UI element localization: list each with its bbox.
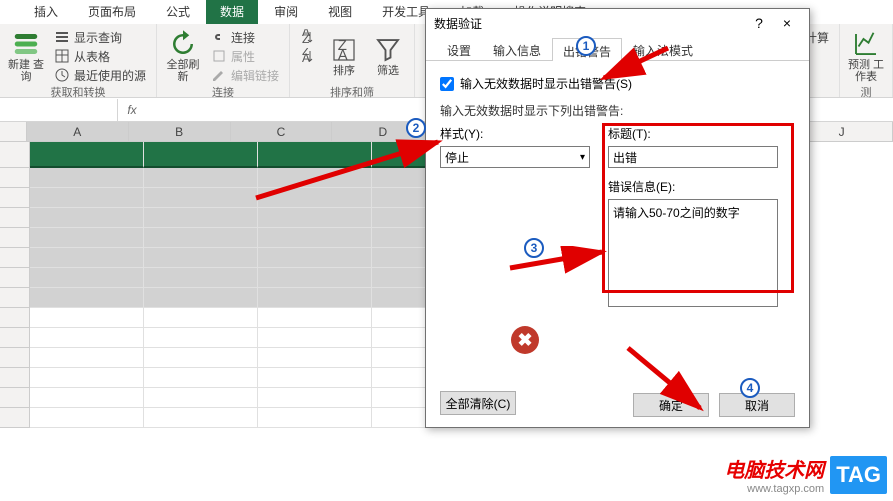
tab-settings[interactable]: 设置	[436, 37, 482, 60]
group-label: 测	[846, 84, 886, 102]
recent-icon	[54, 67, 70, 83]
link-icon	[211, 29, 227, 45]
style-select[interactable]: 停止 ▾	[440, 146, 590, 168]
group-label: 获取和转换	[6, 84, 150, 102]
edit-link-icon	[211, 67, 227, 83]
tab-input-message[interactable]: 输入信息	[482, 37, 552, 60]
watermark-tag: TAG	[830, 456, 887, 494]
close-button[interactable]: ×	[773, 15, 801, 31]
ribbon-tab-review[interactable]: 审阅	[260, 0, 312, 24]
subhead: 输入无效数据时显示下列出错警告:	[440, 102, 795, 119]
column-header[interactable]: B	[129, 122, 231, 141]
sort-button[interactable]: ZA 排序	[324, 28, 364, 84]
tab-ime-mode[interactable]: 输入法模式	[622, 37, 704, 60]
stop-icon: ✖	[511, 326, 539, 354]
error-message-input[interactable]: 请输入50-70之间的数字	[608, 199, 778, 307]
title-label: 标题(T):	[608, 125, 778, 142]
select-all-corner[interactable]	[0, 122, 27, 141]
group-forecast: 预测 工作表 测	[840, 24, 893, 97]
annotation-badge-4: 4	[740, 378, 760, 398]
dialog-titlebar[interactable]: 数据验证 ? ×	[426, 9, 809, 37]
annotation-badge-2: 2	[406, 118, 426, 138]
refresh-all-button[interactable]: 全部刷新	[163, 28, 203, 84]
clear-all-button[interactable]: 全部清除(C)	[440, 391, 516, 415]
database-icon	[11, 29, 41, 59]
svg-text:A: A	[302, 51, 310, 64]
ribbon-tab-view[interactable]: 视图	[314, 0, 366, 24]
recent-sources-button[interactable]: 最近使用的源	[50, 66, 150, 84]
list-icon	[54, 29, 70, 45]
watermark-brand: 电脑技术网	[724, 454, 824, 483]
group-label: 连接	[163, 84, 283, 102]
svg-text:Z: Z	[302, 32, 309, 45]
refresh-icon	[168, 29, 198, 59]
column-header[interactable]: C	[231, 122, 333, 141]
dialog-body: 输入无效数据时显示出错警告(S) 输入无效数据时显示下列出错警告: 样式(Y):…	[426, 61, 809, 391]
sort-icon: ZA	[329, 35, 359, 65]
ribbon-tab-data[interactable]: 数据	[206, 0, 258, 24]
group-label: 排序和筛	[296, 84, 408, 102]
chart-icon	[851, 29, 881, 59]
group-sort-filter: AZ ZA ZA 排序 筛选 排序和筛	[290, 24, 415, 97]
properties-button[interactable]: 属性	[207, 47, 283, 65]
error-label: 错误信息(E):	[608, 178, 778, 195]
ribbon-tab-insert[interactable]: 插入	[20, 0, 72, 24]
ribbon-tab-formulas[interactable]: 公式	[152, 0, 204, 24]
edit-links-button[interactable]: 编辑链接	[207, 66, 283, 84]
watermark-link: www.tagxp.com	[724, 483, 824, 495]
fx-button[interactable]: fx	[118, 103, 146, 117]
table-icon	[54, 48, 70, 64]
annotation-badge-1: 1	[576, 36, 596, 56]
cancel-button[interactable]: 取消	[719, 393, 795, 417]
annotation-badge-3: 3	[524, 238, 544, 258]
connections-button[interactable]: 连接	[207, 28, 283, 46]
forecast-sheet-button[interactable]: 预测 工作表	[846, 28, 886, 84]
help-button[interactable]: ?	[745, 15, 773, 31]
title-input[interactable]	[608, 146, 778, 168]
watermark: 电脑技术网 www.tagxp.com TAG	[724, 454, 887, 495]
style-label: 样式(Y):	[440, 125, 590, 142]
data-validation-dialog: 数据验证 ? × 设置 输入信息 出错警告 输入法模式 输入无效数据时显示出错警…	[425, 8, 810, 428]
sort-desc-button[interactable]: ZA	[296, 47, 320, 65]
dialog-tabs: 设置 输入信息 出错警告 输入法模式	[426, 37, 809, 61]
style-value: 停止	[445, 149, 469, 166]
show-alert-label: 输入无效数据时显示出错警告(S)	[460, 75, 632, 92]
show-alert-checkbox[interactable]	[440, 77, 454, 91]
group-get-transform: 新建 查询 显示查询 从表格 最近使用的源 获取和转换	[0, 24, 157, 97]
group-connections: 全部刷新 连接 属性 编辑链接 连接	[157, 24, 290, 97]
sort-asc-button[interactable]: AZ	[296, 28, 320, 46]
props-icon	[211, 48, 227, 64]
filter-button[interactable]: 筛选	[368, 28, 408, 84]
chevron-down-icon: ▾	[580, 152, 585, 163]
column-header[interactable]: A	[27, 122, 129, 141]
show-queries-button[interactable]: 显示查询	[50, 28, 150, 46]
ribbon-tab-layout[interactable]: 页面布局	[74, 0, 150, 24]
dialog-title: 数据验证	[434, 15, 745, 32]
sort-asc-icon: AZ	[300, 29, 316, 45]
new-query-button[interactable]: 新建 查询	[6, 28, 46, 84]
svg-text:A: A	[338, 47, 348, 64]
ok-button[interactable]: 确定	[633, 393, 709, 417]
from-table-button[interactable]: 从表格	[50, 47, 150, 65]
sort-desc-icon: ZA	[300, 48, 316, 64]
filter-icon	[373, 35, 403, 65]
